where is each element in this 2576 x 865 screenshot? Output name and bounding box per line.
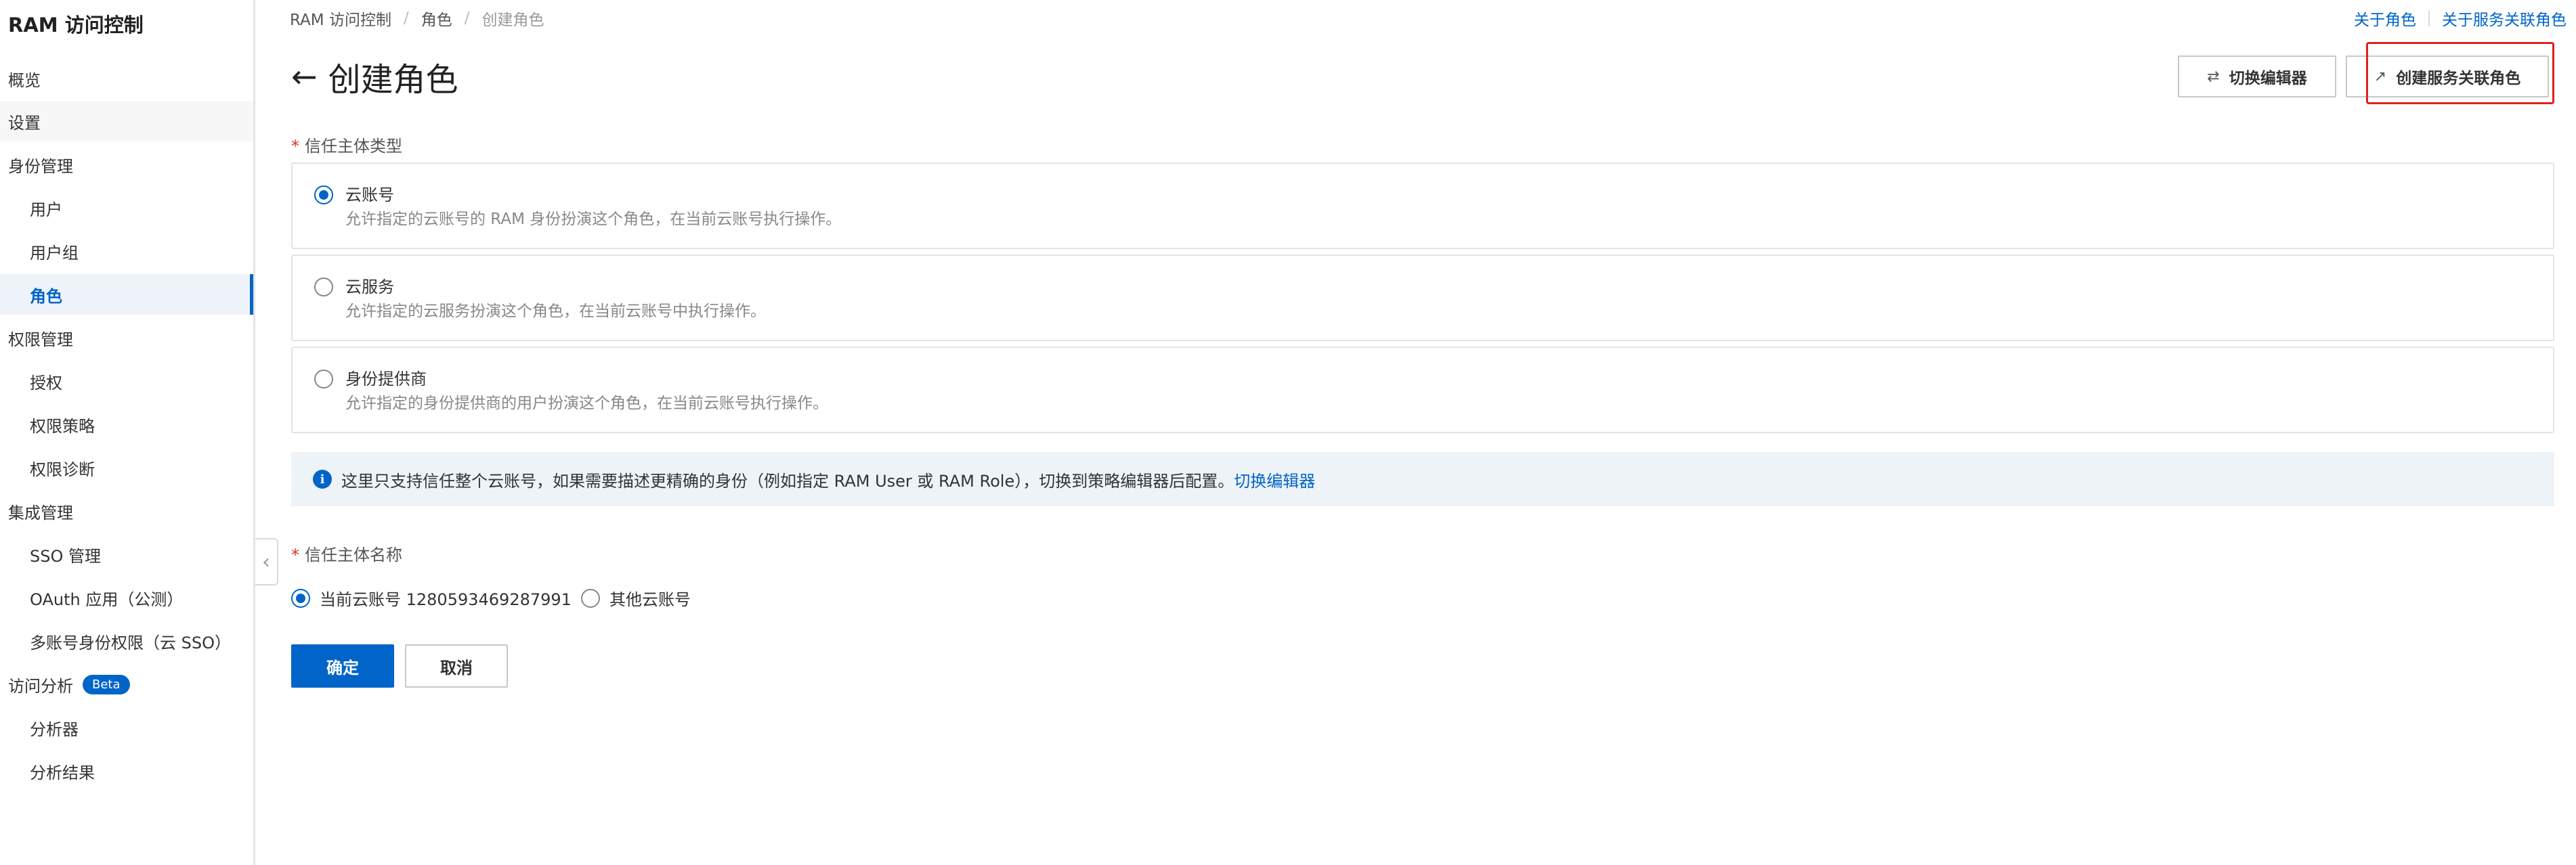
breadcrumb-item-ram[interactable]: RAM 访问控制 [290, 7, 391, 30]
current-account-label: 当前云账号 1280593469287991 [320, 590, 572, 609]
radio-button[interactable] [291, 588, 310, 608]
breadcrumb-item-current: 创建角色 [481, 12, 544, 29]
back-arrow-icon[interactable]: ← [291, 58, 318, 95]
trust-type-label: * 信任主体类型 [291, 137, 402, 156]
sidebar-group-permissions[interactable]: 权限管理 [0, 317, 253, 358]
info-icon: i [313, 470, 332, 489]
trust-option-account[interactable]: 云账号 允许指定的云账号的 RAM 身份扮演这个角色，在当前云账号执行操作。 [291, 162, 2554, 249]
sidebar-title: RAM 访问控制 [8, 14, 144, 37]
trust-option-idp[interactable]: 身份提供商 允许指定的身份提供商的用户扮演这个角色，在当前云账号执行操作。 [291, 347, 2554, 433]
option-title: 云账号 [345, 185, 394, 204]
other-account-option[interactable]: 其他云账号 [581, 586, 691, 610]
highlight-box [2366, 42, 2554, 104]
page-title-row: ← 创建角色 [291, 53, 458, 100]
sidebar-item-cloud-sso[interactable]: 多账号身份权限（云 SSO） [0, 621, 253, 661]
current-account-option[interactable]: 当前云账号 1280593469287991 [291, 586, 572, 610]
sidebar-group-access-analysis[interactable]: 访问分析 Beta [0, 664, 253, 705]
sidebar-item-grants[interactable]: 授权 [0, 361, 253, 401]
breadcrumb-separator: / [464, 9, 470, 27]
sidebar-item-settings[interactable]: 设置 [0, 101, 253, 141]
notice-text: 这里只支持信任整个云账号，如果需要描述更精确的身份（例如指定 RAM User … [341, 471, 1235, 491]
sidebar-item-oauth[interactable]: OAuth 应用（公测） [0, 577, 253, 618]
option-description: 允许指定的云服务扮演这个角色，在当前云账号中执行操作。 [345, 303, 766, 320]
option-title: 云服务 [345, 278, 394, 296]
chevron-left-icon: ‹ [262, 550, 270, 574]
sidebar-item-policies[interactable]: 权限策略 [0, 404, 253, 445]
breadcrumb: RAM 访问控制 / 角色 / 创建角色 [290, 7, 544, 30]
trust-option-service[interactable]: 云服务 允许指定的云服务扮演这个角色，在当前云账号中执行操作。 [291, 254, 2554, 341]
sidebar-item-roles[interactable]: 角色 [0, 274, 253, 315]
sidebar-item-analysis-results[interactable]: 分析结果 [0, 751, 253, 791]
breadcrumb-separator: / [403, 9, 409, 27]
sidebar-item-user-groups[interactable]: 用户组 [0, 231, 253, 271]
trust-name-label: * 信任主体名称 [291, 546, 402, 564]
switch-editor-label: 切换编辑器 [2229, 70, 2307, 87]
radio-button[interactable] [581, 588, 600, 608]
beta-badge: Beta [83, 674, 130, 694]
breadcrumb-item-roles[interactable]: 角色 [421, 7, 452, 30]
switch-editor-link[interactable]: 切换编辑器 [1234, 468, 1315, 491]
sidebar-collapse-button[interactable]: ‹ [255, 538, 278, 585]
about-service-roles-link[interactable]: 关于服务关联角色 [2442, 7, 2567, 30]
swap-icon: ⇄ [2207, 68, 2220, 85]
sidebar-item-diagnosis[interactable]: 权限诊断 [0, 447, 253, 488]
info-notice: i 这里只支持信任整个云账号，如果需要描述更精确的身份（例如指定 RAM Use… [291, 452, 2554, 506]
cancel-button[interactable]: 取消 [405, 644, 508, 688]
help-links: 关于角色 关于服务关联角色 [2354, 7, 2567, 30]
switch-editor-button[interactable]: ⇄ 切换编辑器 [2178, 56, 2336, 97]
sidebar: RAM 访问控制 概览 设置 身份管理 用户 用户组 角色 权限管理 授权 权限… [0, 0, 255, 865]
option-title: 身份提供商 [345, 370, 427, 389]
other-account-label: 其他云账号 [609, 590, 691, 609]
radio-button[interactable] [314, 370, 333, 389]
sidebar-item-sso[interactable]: SSO 管理 [0, 534, 253, 575]
sidebar-item-overview[interactable]: 概览 [0, 58, 253, 99]
radio-button[interactable] [314, 278, 333, 296]
option-description: 允许指定的身份提供商的用户扮演这个角色，在当前云账号执行操作。 [345, 395, 828, 412]
required-mark: * [291, 546, 299, 564]
sidebar-item-users[interactable]: 用户 [0, 187, 253, 228]
radio-button[interactable] [314, 185, 333, 204]
link-divider [2428, 10, 2430, 26]
page-title: 创建角色 [328, 61, 458, 99]
sidebar-group-identity[interactable]: 身份管理 [0, 144, 253, 185]
about-roles-link[interactable]: 关于角色 [2354, 7, 2416, 30]
option-description: 允许指定的云账号的 RAM 身份扮演这个角色，在当前云账号执行操作。 [345, 210, 842, 228]
confirm-button[interactable]: 确定 [291, 644, 394, 688]
required-mark: * [291, 137, 299, 156]
sidebar-group-integration[interactable]: 集成管理 [0, 491, 253, 531]
sidebar-item-analyzer[interactable]: 分析器 [0, 707, 253, 748]
sidebar-item-label: 访问分析 [8, 676, 73, 696]
